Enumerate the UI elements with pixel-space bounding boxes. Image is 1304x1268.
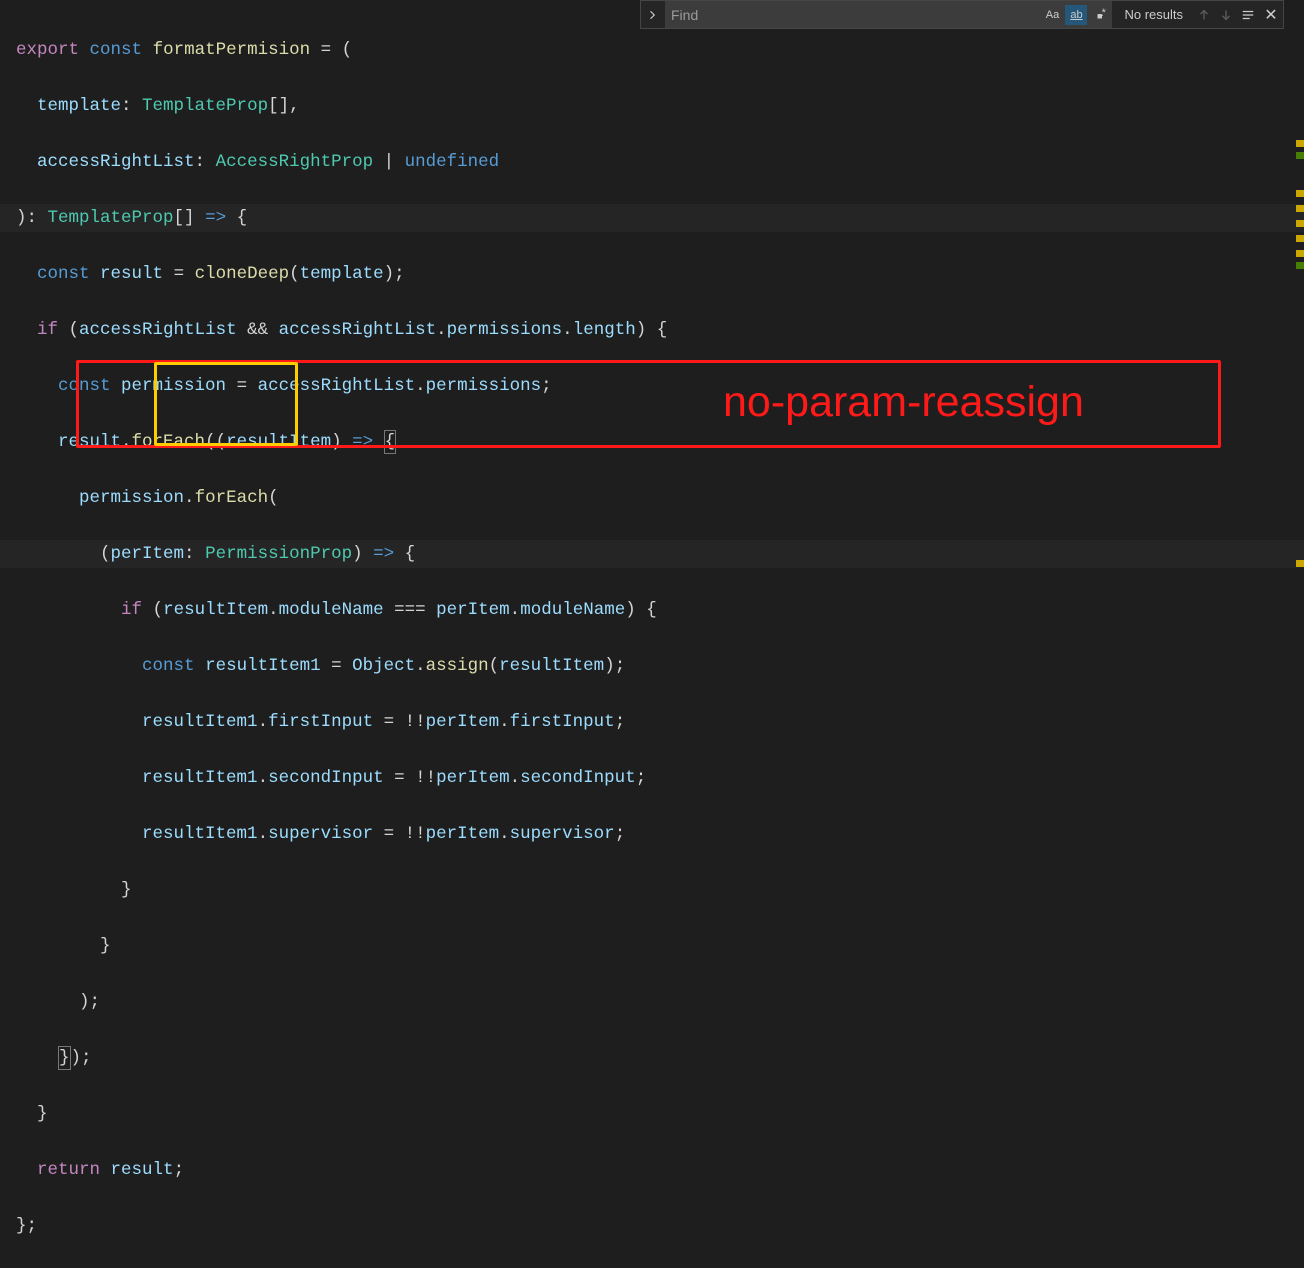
code-line: }; (16, 1212, 1304, 1240)
code-line: result.forEach((resultItem) => { (16, 428, 1304, 456)
find-next[interactable] (1215, 1, 1237, 28)
arrow-down-icon (1219, 8, 1233, 22)
bracket-match: } (58, 1046, 71, 1070)
find-results: No results (1114, 7, 1193, 22)
chevron-right-icon (646, 9, 658, 21)
code-line: resultItem1.firstInput = !!perItem.first… (16, 708, 1304, 736)
bracket-match: { (384, 430, 397, 454)
code-line: accessRightList: AccessRightProp | undef… (16, 148, 1304, 176)
code-line: template: TemplateProp[], (16, 92, 1304, 120)
code-line: resultItem1.secondInput = !!perItem.seco… (16, 764, 1304, 792)
code-line: permission.forEach( (16, 484, 1304, 512)
arrow-up-icon (1197, 8, 1211, 22)
find-close[interactable]: ✕ (1259, 5, 1283, 25)
find-input[interactable] (665, 1, 1040, 28)
code-line: return result; (16, 1156, 1304, 1184)
code-line: }); (16, 1044, 1304, 1072)
code-line: } (16, 932, 1304, 960)
find-in-selection[interactable] (1237, 1, 1259, 28)
code-line: const permission = accessRightList.permi… (16, 372, 1304, 400)
code-line: (perItem: PermissionProp) => { (16, 540, 1304, 568)
find-match-case[interactable]: Aa (1041, 5, 1063, 25)
find-regex[interactable]: ■.* (1089, 5, 1111, 25)
code-line: export const formatPermision = ( (16, 36, 1304, 64)
code-editor[interactable]: export const formatPermision = ( templat… (0, 0, 1304, 1268)
find-widget: Aa ab ■.* No results ✕ (640, 0, 1284, 29)
code-line: const result = cloneDeep(template); (16, 260, 1304, 288)
selection-icon (1241, 8, 1255, 22)
code-line: ): TemplateProp[] => { (16, 204, 1304, 232)
close-icon: ✕ (1264, 5, 1277, 25)
code-line: resultItem1.supervisor = !!perItem.super… (16, 820, 1304, 848)
code-line: const resultItem1 = Object.assign(result… (16, 652, 1304, 680)
find-expand-toggle[interactable] (641, 1, 663, 28)
find-input-wrap: Aa ab ■.* (665, 1, 1112, 28)
find-prev[interactable] (1193, 1, 1215, 28)
code-line: } (16, 876, 1304, 904)
code-line: ); (16, 988, 1304, 1016)
code-line: if (resultItem.moduleName === perItem.mo… (16, 596, 1304, 624)
code-line: } (16, 1100, 1304, 1128)
overview-ruler (1290, 0, 1304, 648)
find-whole-word[interactable]: ab (1065, 5, 1087, 25)
code-line: if (accessRightList && accessRightList.p… (16, 316, 1304, 344)
